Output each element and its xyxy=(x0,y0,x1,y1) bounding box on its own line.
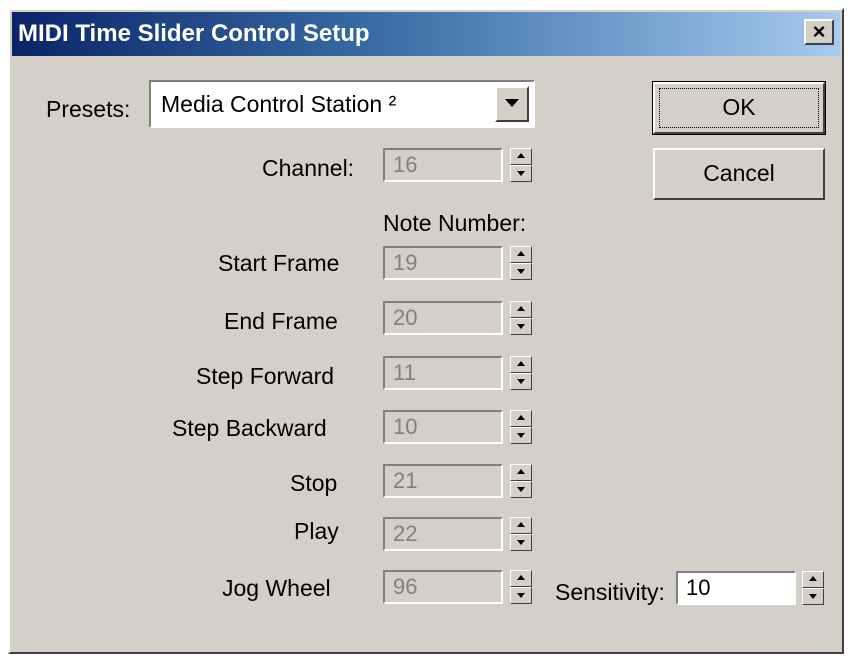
cancel-button-label: Cancel xyxy=(703,160,775,186)
ok-button[interactable]: OK xyxy=(652,81,826,135)
stop-label: Stop xyxy=(290,470,338,496)
spin-up-icon[interactable] xyxy=(510,301,532,318)
spin-up-icon[interactable] xyxy=(510,570,532,587)
step-backward-label: Step Backward xyxy=(172,415,327,441)
cancel-button[interactable]: Cancel xyxy=(653,148,825,200)
channel-field[interactable]: 16 xyxy=(383,148,503,182)
spin-down-icon[interactable] xyxy=(510,534,532,551)
spin-up-icon[interactable] xyxy=(510,246,532,263)
jog-wheel-label: Jog Wheel xyxy=(222,575,331,601)
spin-down-icon[interactable] xyxy=(510,427,532,444)
stop-spinner[interactable] xyxy=(510,464,532,498)
spin-up-icon[interactable] xyxy=(510,410,532,427)
chevron-down-icon[interactable] xyxy=(495,86,529,122)
step-forward-label: Step Forward xyxy=(196,363,335,389)
focus-rectangle xyxy=(659,88,819,128)
presets-label: Presets: xyxy=(46,96,131,122)
sensitivity-spinner[interactable] xyxy=(802,571,824,605)
play-spinner[interactable] xyxy=(510,517,532,551)
end-frame-field[interactable]: 20 xyxy=(383,301,503,335)
spin-down-icon[interactable] xyxy=(510,263,532,280)
close-icon: × xyxy=(812,19,826,44)
play-label: Play xyxy=(294,518,339,544)
spin-up-icon[interactable] xyxy=(510,148,532,165)
start-frame-spinner[interactable] xyxy=(510,246,532,280)
step-forward-field[interactable]: 11 xyxy=(383,356,503,390)
start-frame-label: Start Frame xyxy=(218,250,340,276)
spin-down-icon[interactable] xyxy=(510,373,532,390)
close-button[interactable]: × xyxy=(804,19,834,45)
end-frame-label: End Frame xyxy=(224,308,338,334)
spin-down-icon[interactable] xyxy=(510,587,532,604)
note-number-heading: Note Number: xyxy=(383,210,527,236)
spin-down-icon[interactable] xyxy=(802,588,824,605)
presets-dropdown[interactable]: Media Control Station ² xyxy=(149,80,535,128)
spin-up-icon[interactable] xyxy=(510,356,532,373)
step-forward-spinner[interactable] xyxy=(510,356,532,390)
title-bar: MIDI Time Slider Control Setup × xyxy=(12,12,840,56)
stop-field[interactable]: 21 xyxy=(383,464,503,498)
sensitivity-label: Sensitivity: xyxy=(555,579,665,605)
step-backward-spinner[interactable] xyxy=(510,410,532,444)
jog-wheel-field[interactable]: 96 xyxy=(383,570,503,604)
channel-label: Channel: xyxy=(262,155,355,181)
spin-down-icon[interactable] xyxy=(510,165,532,182)
window-title: MIDI Time Slider Control Setup xyxy=(18,20,370,47)
spin-up-icon[interactable] xyxy=(802,571,824,588)
spin-up-icon[interactable] xyxy=(510,464,532,481)
spin-up-icon[interactable] xyxy=(510,517,532,534)
start-frame-field[interactable]: 19 xyxy=(383,246,503,280)
channel-spinner[interactable] xyxy=(510,148,532,182)
end-frame-spinner[interactable] xyxy=(510,301,532,335)
spin-down-icon[interactable] xyxy=(510,318,532,335)
jog-wheel-spinner[interactable] xyxy=(510,570,532,604)
sensitivity-field[interactable]: 10 xyxy=(676,571,796,605)
presets-selected-value: Media Control Station ² xyxy=(161,91,397,117)
step-backward-field[interactable]: 10 xyxy=(383,410,503,444)
play-field[interactable]: 22 xyxy=(383,517,503,551)
spin-down-icon[interactable] xyxy=(510,481,532,498)
